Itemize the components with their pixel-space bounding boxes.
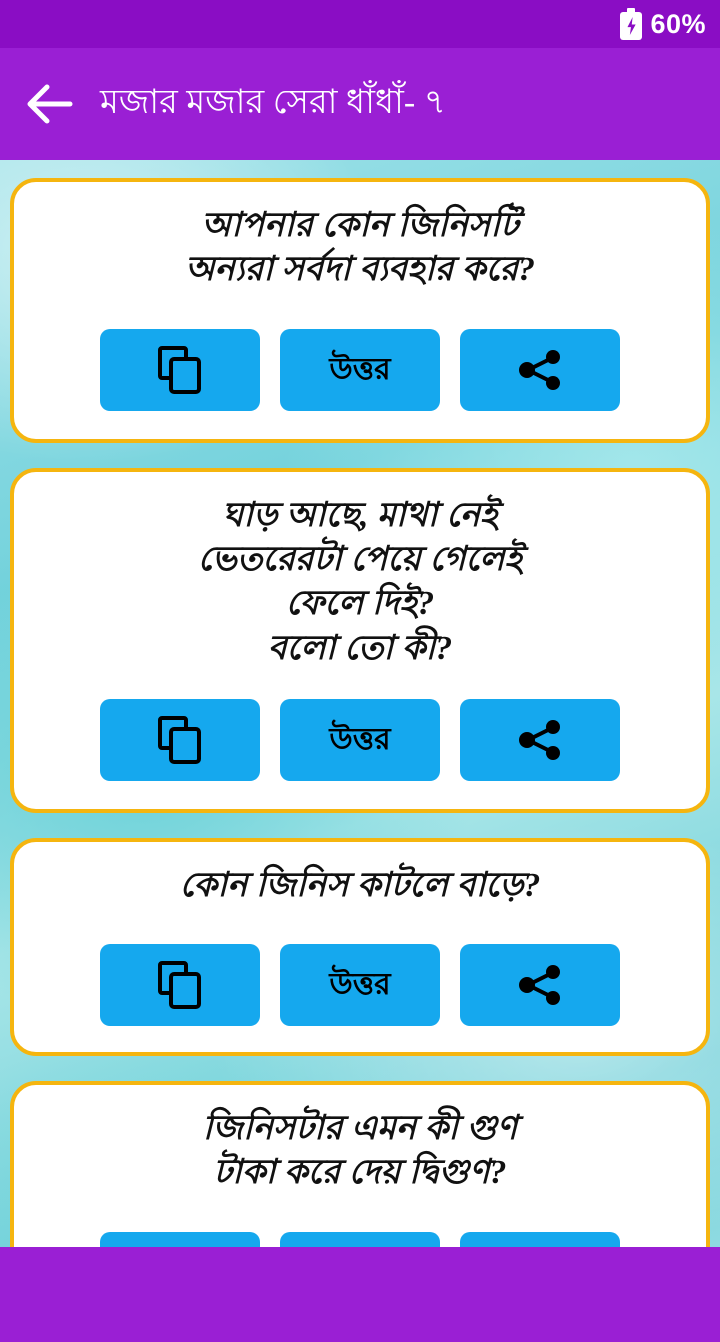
answer-button[interactable]: উত্তর — [280, 699, 440, 781]
riddle-line: ফেলে দিই? — [285, 585, 435, 623]
back-button[interactable] — [0, 48, 100, 160]
riddle-line: আপনার কোন জিনিসটি — [201, 207, 519, 244]
riddle-line: কোন জিনিস কাটলে বাড়ে? — [179, 867, 541, 904]
riddle-line: ভেতরেরটা পেয়ে গেলেই — [197, 541, 523, 579]
share-icon — [519, 965, 560, 1005]
battery-percent-label: 60% — [650, 8, 706, 39]
app-bar: মজার মজার সেরা ধাঁধাঁ- ৭ — [0, 48, 720, 160]
copy-button[interactable] — [100, 944, 260, 1026]
riddle-question: জিনিসটার এমন কী গুণ টাকা করে দেয় দ্বিগু… — [179, 1107, 541, 1195]
status-bar: 60% — [0, 0, 720, 48]
riddle-card: কোন জিনিস কাটলে বাড়ে? উত্তর — [10, 838, 710, 1056]
copy-button[interactable] — [100, 329, 260, 411]
share-icon — [519, 720, 560, 760]
answer-button[interactable]: উত্তর — [280, 944, 440, 1026]
copy-icon-front-sheet — [169, 357, 201, 394]
copy-icon — [158, 961, 202, 1009]
answer-button-label: উত্তর — [329, 722, 391, 756]
share-button[interactable] — [460, 699, 620, 781]
riddle-line: অন্যরা সর্বদা ব্যবহার করে? — [184, 251, 536, 289]
answer-button-label: উত্তর — [329, 967, 391, 1001]
riddle-line: ঘাড় আছে, মাথা নেই — [222, 497, 498, 534]
copy-icon-front-sheet — [169, 972, 201, 1009]
back-arrow-icon — [27, 84, 73, 124]
battery-status: 60% — [620, 8, 706, 40]
answer-button-label: উত্তর — [329, 352, 391, 386]
copy-icon — [158, 346, 202, 394]
riddle-question: আপনার কোন জিনিসটি অন্যরা সর্বদা ব্যবহার … — [161, 204, 559, 292]
bottom-navigation-bar — [0, 1247, 720, 1342]
share-icon — [519, 350, 560, 390]
copy-icon-front-sheet — [169, 727, 201, 764]
card-action-row: উত্তর — [100, 699, 620, 781]
riddle-question: কোন জিনিস কাটলে বাড়ে? — [156, 864, 565, 908]
card-action-row: উত্তর — [100, 944, 620, 1026]
riddle-card: আপনার কোন জিনিসটি অন্যরা সর্বদা ব্যবহার … — [10, 178, 710, 443]
riddle-list[interactable]: আপনার কোন জিনিসটি অন্যরা সর্বদা ব্যবহার … — [0, 160, 720, 1342]
riddle-line: বলো তো কী? — [267, 629, 453, 667]
riddle-card: ঘাড় আছে, মাথা নেই ভেতরেরটা পেয়ে গেলেই … — [10, 468, 710, 813]
copy-button[interactable] — [100, 699, 260, 781]
share-button[interactable] — [460, 944, 620, 1026]
page-title: মজার মজার সেরা ধাঁধাঁ- ৭ — [100, 83, 446, 121]
copy-icon — [158, 716, 202, 764]
card-action-row: উত্তর — [100, 329, 620, 411]
battery-charging-icon — [620, 8, 643, 40]
answer-button[interactable]: উত্তর — [280, 329, 440, 411]
riddle-line: টাকা করে দেয় দ্বিগুণ? — [213, 1154, 507, 1192]
riddle-question: ঘাড় আছে, মাথা নেই ভেতরেরটা পেয়ে গেলেই … — [174, 494, 546, 671]
share-button[interactable] — [460, 329, 620, 411]
riddle-line: জিনিসটার এমন কী গুণ — [202, 1110, 518, 1147]
